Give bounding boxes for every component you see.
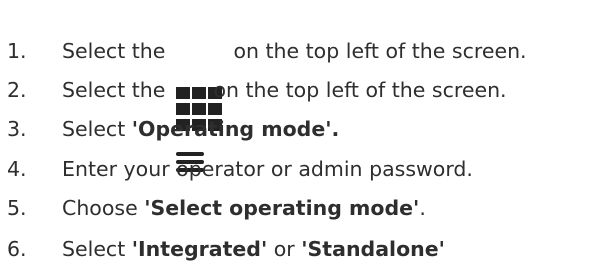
step-text-before: Select the: [62, 39, 172, 63]
step-number: 3.: [7, 117, 27, 141]
step-text-after: on the top left of the screen.: [206, 78, 507, 102]
step-text-after: .: [419, 196, 426, 220]
instruction-steps: 1. Select the on the top left of the scr…: [0, 0, 589, 269]
step-number: 5.: [7, 196, 27, 220]
step-text: Select 'Integrated' or 'Standalone': [62, 231, 445, 267]
step-number: 6.: [7, 237, 27, 261]
step-number: 2.: [7, 78, 27, 102]
step-text-before: Select: [62, 117, 132, 141]
step-text-before: Select: [62, 237, 132, 261]
step-text: Select the on the top left of the screen…: [62, 72, 507, 172]
step-text: Select the on the top left of the screen…: [62, 28, 527, 131]
step-text: Select 'Operating mode'.: [62, 111, 339, 147]
step-text-before: Select the: [62, 78, 172, 102]
option-name: 'Select operating mode': [144, 196, 420, 220]
step-text-middle: or: [267, 237, 302, 261]
step-text-full: Enter your operator or admin password.: [62, 157, 473, 181]
option-integrated: 'Integrated': [131, 237, 268, 261]
step-text: Choose 'Select operating mode' .: [62, 190, 426, 226]
option-name: 'Operating mode'.: [131, 117, 340, 141]
step-text: Enter your operator or admin password.: [62, 151, 473, 187]
step-text-before: Choose: [62, 196, 145, 220]
option-standalone: 'Standalone': [301, 237, 445, 261]
step-number: 1.: [7, 39, 27, 63]
grid-icon: [175, 14, 223, 131]
hamburger-menu-icon: [175, 79, 204, 172]
step-number: 4.: [7, 157, 27, 181]
step-text-after: on the top left of the screen.: [226, 39, 527, 63]
